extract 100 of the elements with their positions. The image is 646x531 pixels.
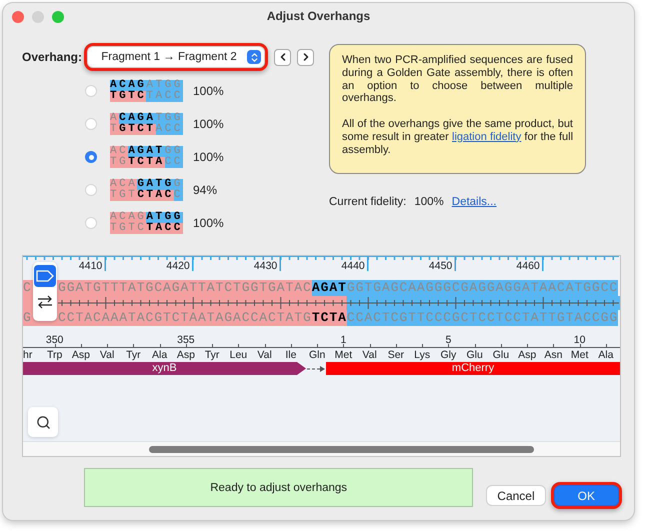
amino-acid-label: Tyr <box>204 348 220 362</box>
base-sequence: T <box>110 124 120 135</box>
amino-acid-label: Tyr <box>125 348 142 362</box>
amino-acid-label: Met <box>334 348 354 362</box>
amino-acid-label: Glu <box>465 348 484 362</box>
status-message: Ready to adjust overhangs <box>84 468 474 507</box>
tag-icon <box>36 270 54 282</box>
ok-button[interactable]: OK <box>554 486 618 505</box>
amino-acid-label: Gln <box>308 348 326 362</box>
cancel-button[interactable]: Cancel <box>487 486 545 505</box>
amino-acid-label: Val <box>361 348 378 362</box>
fidelity-percent: 94% <box>193 183 218 197</box>
amino-acid-label: Asp <box>176 348 196 362</box>
base-sequence: GATG <box>137 179 174 190</box>
residue-number: 1 <box>340 335 346 347</box>
bottom-strand-sequence: TCTA <box>312 310 347 326</box>
fidelity-value: 100% <box>414 196 444 208</box>
radio-button[interactable] <box>85 85 97 97</box>
amino-acid-label: Lys <box>413 348 432 362</box>
amino-acid-label: Ala <box>597 348 614 362</box>
base-sequence: ATGG <box>146 212 183 223</box>
fidelity-label: Current fidelity: <box>329 196 406 208</box>
base-sequence: TGTC <box>110 223 146 234</box>
base-sequence: GG <box>164 146 183 157</box>
base-sequence: TGTC <box>110 91 146 102</box>
info-paragraph: All of the overhangs give the same product, but some result in greater ligation fidelity for the full assembly. <box>342 118 573 156</box>
dashed-arrow-icon <box>306 364 326 372</box>
amino-acid-label: Asp <box>70 348 91 362</box>
amino-acid-label: Ser <box>386 348 406 362</box>
fidelity-percent: 100% <box>193 117 224 131</box>
info-paragraph: When two PCR-amplified sequences are fused during a Golden Gate assembly, there is often an option to choose between multiple overhangs. <box>342 54 573 106</box>
fidelity-percent: 100% <box>193 150 224 164</box>
search-button[interactable] <box>28 407 58 437</box>
amino-acid-label: Met <box>570 348 590 362</box>
swap-arrows-icon <box>36 294 54 310</box>
top-strand-sequence: C <box>23 280 32 296</box>
base-sequence: GTCT <box>119 124 156 135</box>
close-button[interactable] <box>12 11 24 23</box>
base-sequence: ATGG <box>146 80 183 91</box>
overhang-select[interactable]: Fragment 1 → Fragment 2 <box>88 47 264 67</box>
top-strand-sequence: AGAT <box>312 280 347 296</box>
window-title: Adjust Overhangs <box>266 9 370 23</box>
feature-bar[interactable]: xynB <box>23 362 306 375</box>
fidelity-percent: 100% <box>193 84 224 98</box>
base-sequence: CAGA <box>119 113 156 124</box>
scrollbar-thumb[interactable] <box>149 446 534 453</box>
amino-acid-label: Val <box>256 348 273 362</box>
radio-button[interactable] <box>85 151 97 163</box>
amino-acid-label: Asn <box>543 348 564 362</box>
next-button[interactable] <box>297 48 314 66</box>
amino-acid-label: Glu <box>492 348 510 362</box>
base-sequence: CC <box>164 157 183 168</box>
feature-tool-button[interactable] <box>34 265 56 287</box>
amino-acid-label: Leu <box>228 348 248 362</box>
base-sequence: TGG <box>156 113 183 124</box>
zoom-button[interactable] <box>52 11 64 23</box>
bottom-strand-sequence: CCTACAAATACGTCTAATAGACCACTATG <box>58 310 312 326</box>
residue-number: 10 <box>574 335 586 347</box>
amino-acid-label: Ala <box>151 348 168 362</box>
ruler-label: 4450 <box>428 260 452 272</box>
bottom-strand-sequence: G <box>23 310 32 326</box>
ruler-label: 4460 <box>516 260 540 272</box>
previous-button[interactable] <box>274 48 291 66</box>
amino-acid-label: Val <box>98 348 116 362</box>
base-sequence: TG <box>110 157 128 168</box>
fidelity-percent: 100% <box>193 216 224 230</box>
base-sequence: ACA <box>110 179 138 190</box>
base-sequence: ACAG <box>110 212 146 223</box>
search-icon <box>36 414 50 430</box>
top-strand-sequence: GGATGTTTATGCAGATTATCTGGTGATAC <box>58 280 312 296</box>
radio-button[interactable] <box>85 118 97 130</box>
amino-acid-label: hr <box>23 348 34 362</box>
overhang-label: Overhang: <box>22 50 84 64</box>
base-sequence: TGT <box>110 190 138 201</box>
ruler-label: 4410 <box>78 260 102 272</box>
base-sequence: A <box>110 113 120 124</box>
top-strand-sequence: GGTGAGCAAGGGCGAGGAGGATAACATGGCC <box>346 280 618 296</box>
ruler-label: 4440 <box>341 260 365 272</box>
feature-bar[interactable]: mCherry <box>326 362 620 375</box>
base-sequence: AC <box>110 146 128 157</box>
residue-number: 5 <box>445 335 452 347</box>
bottom-strand-sequence: CCACTCGTTCCCGCTCCTCCTATTGTACCGG <box>346 310 618 326</box>
radio-button[interactable] <box>85 184 97 196</box>
updown-icon <box>247 50 261 64</box>
details-link[interactable]: Details... <box>452 196 497 208</box>
residue-number: 350 <box>46 335 64 347</box>
ruler-label: 4420 <box>166 260 190 272</box>
ligation-fidelity-link[interactable]: ligation fidelity <box>452 130 522 143</box>
base-sequence: CTAC <box>137 190 174 201</box>
amino-acid-label: Trp <box>46 348 64 362</box>
base-sequence: TCTA <box>128 157 165 168</box>
amino-acid-label: Asp <box>517 348 538 362</box>
base-sequence: TACC <box>146 91 183 102</box>
base-sequence: AGAT <box>128 146 165 157</box>
radio-button[interactable] <box>85 217 97 229</box>
amino-acid-label: Gly <box>440 348 458 362</box>
base-sequence: TACC <box>146 223 183 234</box>
amino-acid-label: Ile <box>284 348 298 362</box>
residue-number: 355 <box>177 335 195 347</box>
ruler-label: 4430 <box>254 260 278 272</box>
